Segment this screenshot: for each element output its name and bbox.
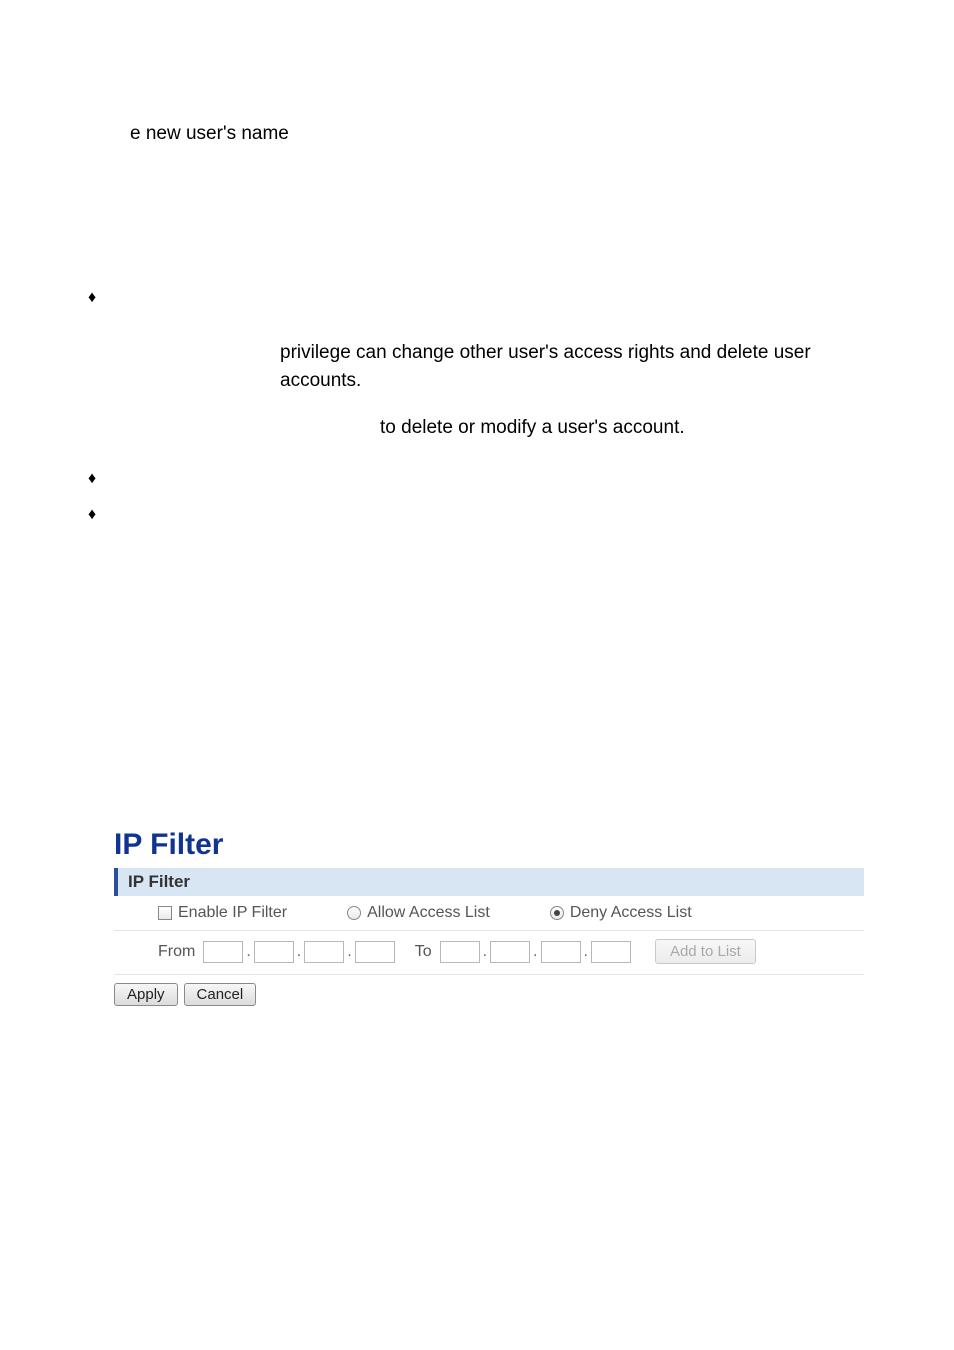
ip-filter-heading: IP Filter [114, 828, 864, 862]
diamond-bullet-icon: ♦ [80, 470, 128, 488]
diamond-bullet-icon: ♦ [80, 506, 128, 524]
body-text-fragment: to delete or modify a user's account. [380, 414, 884, 443]
ip-from-octet-4[interactable] [355, 941, 395, 963]
deny-access-option[interactable]: Deny Access List [550, 904, 692, 922]
ip-to-octet-4[interactable] [591, 941, 631, 963]
dot-icon: . [584, 943, 588, 961]
ip-filter-section-header: IP Filter [114, 868, 864, 896]
allow-access-option[interactable]: Allow Access List [347, 904, 490, 922]
bullet-item: ♦ [80, 289, 884, 307]
ip-from-label: From [158, 943, 195, 961]
document-page: e new user's name ♦ privilege can change… [0, 0, 954, 1350]
apply-button[interactable]: Apply [114, 983, 178, 1006]
ip-from-octet-1[interactable] [203, 941, 243, 963]
ip-from-octet-2[interactable] [254, 941, 294, 963]
dot-icon: . [347, 943, 351, 961]
diamond-bullet-icon: ♦ [80, 289, 128, 307]
add-to-list-button[interactable]: Add to List [655, 939, 756, 964]
enable-ip-filter-option[interactable]: Enable IP Filter [158, 904, 287, 922]
checkbox-icon[interactable] [158, 906, 172, 920]
ip-to-octet-3[interactable] [541, 941, 581, 963]
allow-access-label: Allow Access List [367, 904, 490, 922]
ip-to-octet-1[interactable] [440, 941, 480, 963]
cancel-button[interactable]: Cancel [184, 983, 257, 1006]
ip-range-row: From . . . To . . . Add to List [114, 931, 864, 975]
bullet-item: ♦ [80, 506, 884, 524]
ip-to-octet-2[interactable] [490, 941, 530, 963]
dot-icon: . [246, 943, 250, 961]
ip-from-octet-3[interactable] [304, 941, 344, 963]
body-text-fragment: privilege can change other user's access… [280, 339, 884, 396]
ip-filter-button-row: Apply Cancel [114, 975, 864, 1006]
deny-access-label: Deny Access List [570, 904, 692, 922]
ip-to-label: To [415, 943, 432, 961]
dot-icon: . [483, 943, 487, 961]
dot-icon: . [533, 943, 537, 961]
radio-icon[interactable] [550, 906, 564, 920]
bullet-item: ♦ [80, 470, 884, 488]
dot-icon: . [297, 943, 301, 961]
ip-filter-panel: IP Filter IP Filter Enable IP Filter All… [114, 828, 864, 1006]
body-text-fragment: e new user's name [130, 120, 884, 149]
radio-icon[interactable] [347, 906, 361, 920]
enable-ip-filter-label: Enable IP Filter [178, 904, 287, 922]
ip-filter-options-row: Enable IP Filter Allow Access List Deny … [114, 896, 864, 931]
